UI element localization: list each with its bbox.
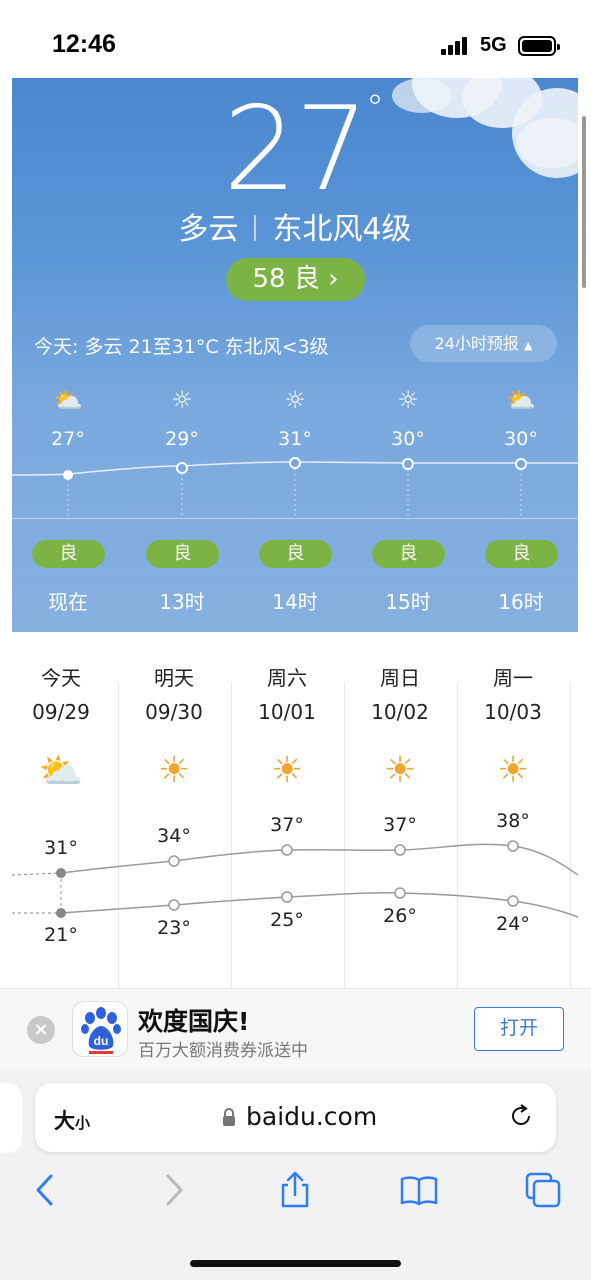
current-temperature: 27	[223, 82, 369, 217]
hourly-time-label: 16时	[498, 590, 544, 614]
hourly-aqi-badge: 良	[32, 540, 105, 568]
text-size-big: 大	[54, 1109, 75, 1133]
daily-low-point-1	[168, 899, 180, 911]
daily-high-point-3	[394, 844, 406, 856]
hourly-temp: 29°	[165, 428, 199, 450]
close-banner-button[interactable]: ×	[27, 1016, 55, 1044]
banner-title: 欢度国庆!	[138, 1007, 250, 1036]
daily-high-point-1	[168, 855, 180, 867]
hourly-temp: 30°	[391, 428, 425, 450]
daily-low-point-0	[56, 908, 66, 918]
condition-text: 多云	[178, 212, 239, 247]
hourly-aqi-badge: 良	[146, 540, 219, 568]
forward-icon[interactable]	[153, 1170, 193, 1210]
baidu-app-icon: du	[72, 1001, 128, 1057]
sun-icon: ☼	[397, 386, 419, 414]
hourly-aqi-badge: 良	[485, 540, 558, 568]
hourly-point-13	[176, 462, 188, 474]
daily-high-point-4	[507, 840, 519, 852]
bookmarks-icon[interactable]	[399, 1170, 439, 1210]
daily-high-point-0	[56, 868, 66, 878]
previous-tab-edge[interactable]	[0, 1083, 22, 1153]
open-app-button[interactable]: 打开	[474, 1007, 564, 1051]
chevron-right-icon: ›	[328, 264, 339, 294]
reload-icon[interactable]	[508, 1103, 534, 1129]
daily-temp-curves	[12, 840, 578, 918]
aqi-value: 58	[252, 264, 286, 294]
share-icon[interactable]	[275, 1170, 315, 1210]
daily-low-point-3	[394, 887, 406, 899]
divider	[12, 518, 578, 519]
text-size-button[interactable]: 大小	[54, 1105, 90, 1135]
aqi-label: 良	[293, 264, 320, 294]
network-type: 5G	[480, 34, 507, 56]
partly-cloudy-icon: ⛅	[53, 386, 83, 414]
partly-cloudy-icon: ⛅	[506, 386, 536, 414]
separator	[254, 215, 257, 241]
svg-text:du: du	[94, 1034, 109, 1048]
hourly-point-16	[515, 458, 527, 470]
hourly-time-label: 现在	[48, 590, 88, 614]
status-time: 12:46	[52, 30, 116, 58]
hourly-aqi-badge: 良	[372, 540, 445, 568]
hourly-temp: 27°	[51, 428, 85, 450]
home-indicator	[190, 1260, 401, 1267]
banner-subtitle: 百万大额消费券派送中	[138, 1041, 308, 1061]
url-text[interactable]: baidu.com	[246, 1102, 377, 1131]
hourly-point-now	[63, 470, 73, 480]
daily-low-point-4	[507, 895, 519, 907]
daily-high-point-2	[281, 844, 293, 856]
aqi-button[interactable]: 58 良 ›	[226, 258, 365, 301]
hourly-temp: 30°	[504, 428, 538, 450]
current-weather-panel: 27 ° 多云 东北风4级 58 良 › 今天: 多云 21至31°C 东北风<3…	[12, 78, 578, 632]
daily-forecast: 今天 09/29 ⛅ 31° 21° 明天 09/30 ☀ 34° 23° 周六 10/01 ☀ 37° 2…	[12, 632, 578, 988]
text-size-small: 小	[75, 1114, 91, 1132]
forecast-toggle-label: 24小时预报	[434, 334, 519, 353]
condition-line: 多云 东北风4级	[12, 204, 578, 248]
sun-icon: ☼	[284, 386, 306, 414]
sun-icon: ☼	[171, 386, 193, 414]
hourly-time-label: 13时	[159, 590, 205, 614]
hourly-point-14	[289, 457, 301, 469]
hourly-time-label: 15时	[385, 590, 431, 614]
degree-symbol: °	[366, 88, 384, 129]
hourly-time-label: 14时	[272, 590, 318, 614]
scrollbar[interactable]	[582, 116, 586, 288]
lock-icon	[223, 1108, 235, 1126]
today-summary: 今天: 多云 21至31°C 东北风<3级	[34, 336, 329, 358]
battery-icon	[518, 36, 560, 56]
hourly-temp-curve	[12, 457, 578, 518]
tabs-icon[interactable]	[523, 1170, 563, 1210]
caret-up-icon: ▲	[524, 339, 533, 352]
wind-text: 东北风4级	[272, 212, 412, 247]
forecast-toggle-button[interactable]: 24小时预报 ▲	[410, 325, 557, 362]
hourly-point-15	[402, 458, 414, 470]
back-icon[interactable]	[26, 1170, 66, 1210]
hourly-aqi-badge: 良	[259, 540, 332, 568]
daily-low-point-2	[281, 891, 293, 903]
hourly-temp: 31°	[278, 428, 312, 450]
